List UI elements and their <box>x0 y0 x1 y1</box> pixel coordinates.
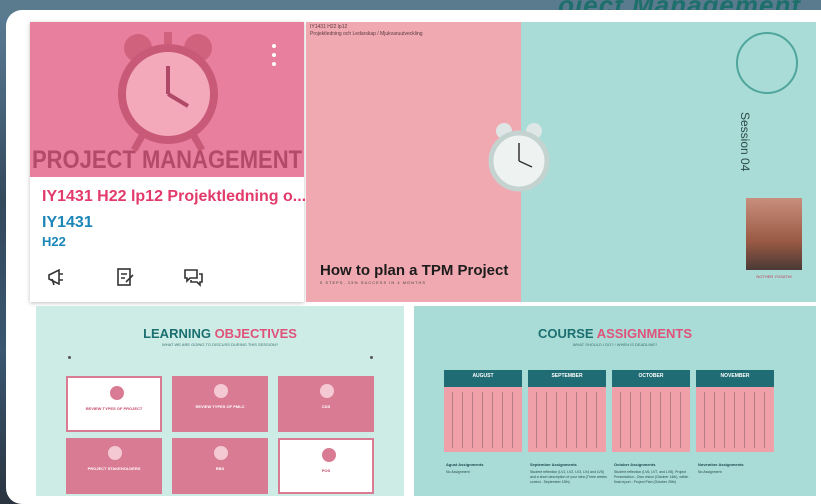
presenter-photo <box>746 198 802 270</box>
speaker-icon <box>322 448 336 462</box>
course-dashboard: PROJECT MANAGEMENT IY1431 H22 lp12 Proje… <box>6 10 821 504</box>
calendar-september: SEPTEMBER <box>528 370 606 452</box>
broadcast-icon <box>320 384 334 398</box>
course-term: H22 <box>42 234 66 249</box>
objective-box: POS <box>278 438 374 494</box>
slide-course-assignments: COURSE ASSIGNMENTS WHAT SHOULD I DO? / W… <box>414 306 816 496</box>
divider-dot <box>68 356 71 359</box>
banner-title: PROJECT MANAGEMENT <box>31 145 303 174</box>
heading-accent: OBJECTIVES <box>214 326 297 341</box>
more-options-icon[interactable] <box>272 44 278 71</box>
assignment-text: No Assignment <box>446 470 470 474</box>
assignment-text: Student reflection (LV6, LV7, and LV8), … <box>614 470 689 484</box>
objective-title: REVIEW TYPES OF PMLC <box>195 404 245 409</box>
learning-objectives-heading: LEARNING OBJECTIVES <box>36 326 404 341</box>
assignment-title: November Assignments <box>698 462 744 467</box>
divider-dot <box>370 356 373 359</box>
objective-title: PROJECT STAKEHOLDERS <box>87 466 141 471</box>
heading-main: LEARNING <box>143 326 215 341</box>
objective-box: RBS <box>172 438 268 494</box>
objective-box: REVIEW TYPES OF PROJECT <box>66 376 162 432</box>
speaker-icon <box>110 386 124 400</box>
course-code: IY1431 <box>42 214 93 231</box>
slide-how-to-plan: IY1431 H22 lp12 Projektledning och Ledar… <box>306 22 816 302</box>
assignments-icon[interactable] <box>114 266 136 288</box>
hero-small-code: IY1431 H22 lp12 <box>310 24 348 30</box>
calendar-august: AUGUST <box>444 370 522 452</box>
assignment-title: October Assignments <box>614 462 656 467</box>
course-name-link[interactable]: IY1431 H22 lp12 Projektledning o... <box>42 188 306 206</box>
slide-learning-objectives: LEARNING OBJECTIVES WHAT WE ARE GOING TO… <box>36 306 404 496</box>
course-assignments-heading: COURSE ASSIGNMENTS <box>414 326 816 341</box>
hero-title: How to plan a TPM Project <box>320 262 509 279</box>
hero-course-label: IY1431 H22 lp12 Projektledning och Ledar… <box>310 24 423 38</box>
heading-accent: ASSIGNMENTS <box>596 326 693 341</box>
assignment-text: No Assignment <box>698 470 722 474</box>
calendar-month: AUGUST <box>444 370 522 382</box>
calendar-month: OCTOBER <box>612 370 690 382</box>
objective-title: REVIEW TYPES OF PROJECT <box>85 406 143 411</box>
broadcast-icon <box>214 384 228 398</box>
objective-box: PROJECT STAKEHOLDERS <box>66 438 162 494</box>
course-card[interactable]: PROJECT MANAGEMENT IY1431 H22 lp12 Proje… <box>30 22 306 302</box>
calendar-month: SEPTEMBER <box>528 370 606 382</box>
discussions-icon[interactable] <box>182 266 204 288</box>
broadcast-icon <box>214 446 228 460</box>
course-assignments-tagline: WHAT SHOULD I DO? / WHEN IS DEADLINE? <box>572 342 658 347</box>
hero-subtitle: 5 STEPS, 33% SUCCESS IN 4 MONTHS <box>320 280 427 285</box>
hero-small-subtitle: Projektledning och Ledarskap / Mjukvaruu… <box>310 31 423 37</box>
broadcast-icon <box>108 446 122 460</box>
university-logo <box>736 32 798 94</box>
heading-main: COURSE <box>537 326 597 341</box>
assignment-title: Agust Assignments <box>446 462 484 467</box>
learning-objectives-tagline: WHAT WE ARE GOING TO DISCUSS DURING THIS… <box>161 342 279 347</box>
objective-title: CDS <box>321 404 331 409</box>
assignment-text: Student reflection (LV1, LV2, LV3, LV4 a… <box>530 470 607 484</box>
alarm-clock-icon <box>488 123 550 192</box>
objective-title: RBS <box>215 466 225 471</box>
session-label: Session 04 <box>738 112 752 172</box>
calendar-month: NOVEMBER <box>696 370 774 382</box>
calendar-october: OCTOBER <box>612 370 690 452</box>
objective-box: REVIEW TYPES OF PMLC <box>172 376 268 432</box>
alarm-clock-icon <box>118 32 218 152</box>
objective-box: CDS <box>278 376 374 432</box>
objective-title: POS <box>321 468 331 473</box>
calendar-november: NOVEMBER <box>696 370 774 452</box>
assignment-title: September Assignments <box>530 462 577 467</box>
announcements-icon[interactable] <box>46 266 68 288</box>
course-banner[interactable]: PROJECT MANAGEMENT <box>30 22 304 177</box>
presenter-name: NOTHER YOSATHI <box>756 274 792 279</box>
